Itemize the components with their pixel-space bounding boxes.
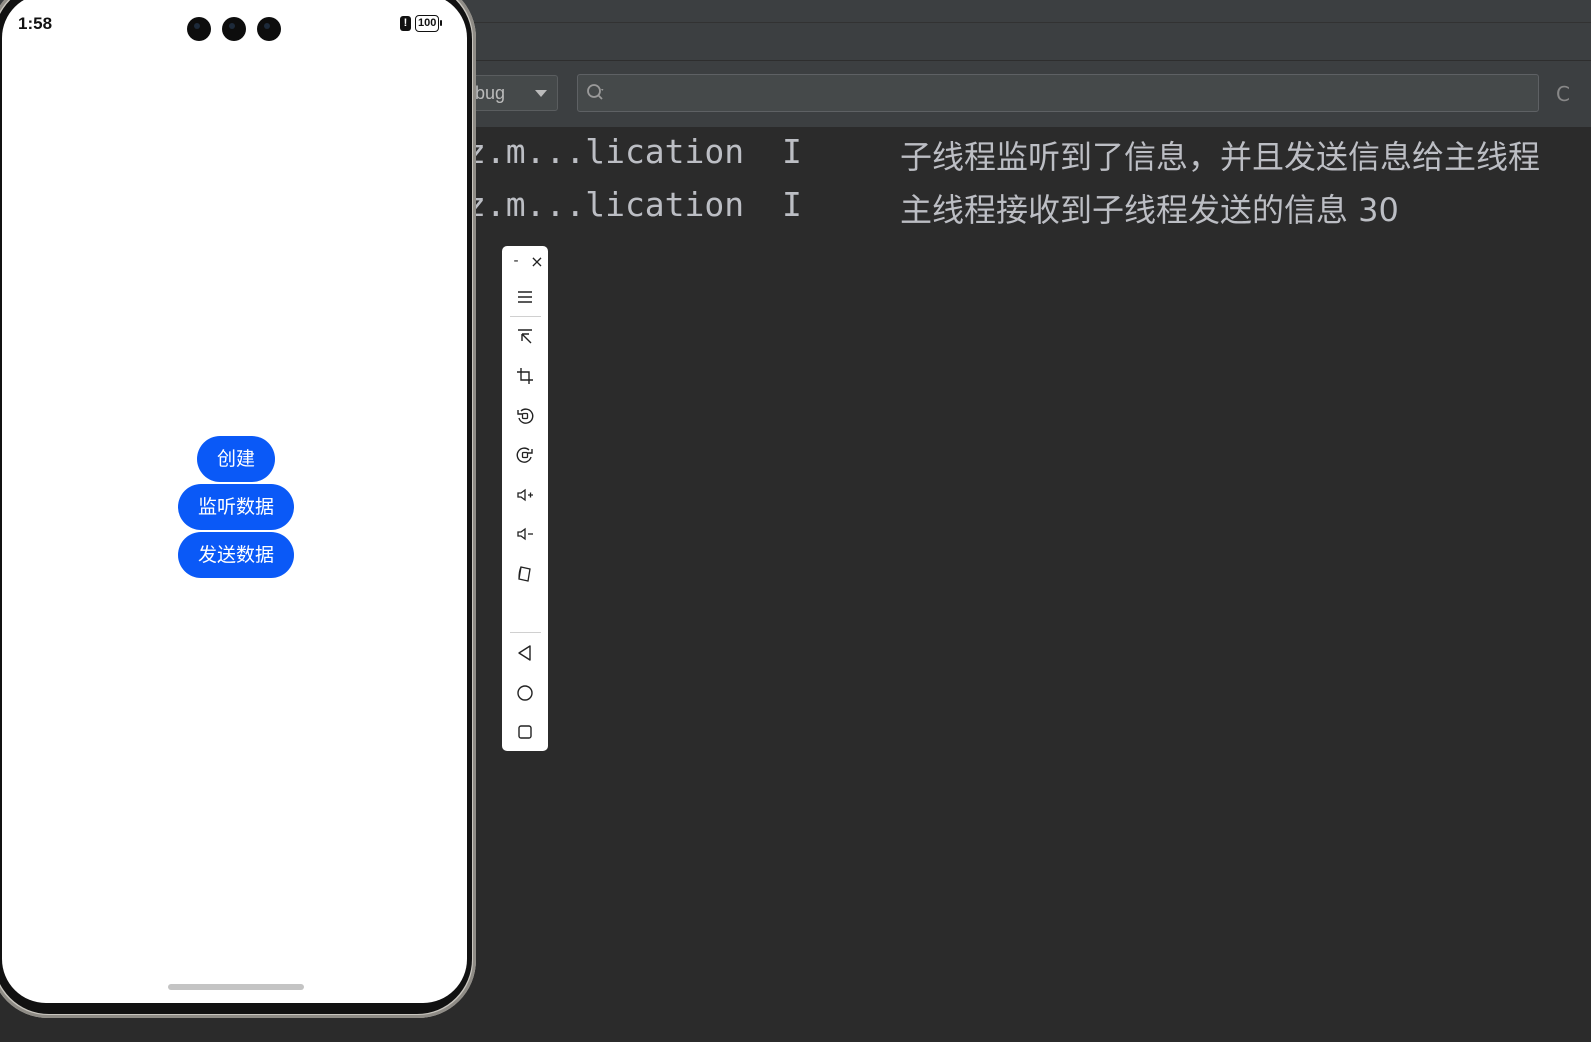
emulator-toolbar: - × [502,246,548,751]
search-input[interactable] [614,79,1518,109]
search-icon [587,84,604,100]
status-icons: ! 100 [400,15,443,32]
log-message: 子线程监听到了信息，并且发送信息给主线程 [900,138,1541,176]
crop-icon[interactable] [513,364,537,388]
chevron-down-icon [535,90,547,97]
close-button[interactable]: × [525,249,549,273]
toolbar-divider [510,632,541,633]
camera-icon [222,17,246,41]
camera-icon [187,17,211,41]
fold-icon[interactable] [513,562,537,586]
overview-icon[interactable] [513,720,537,744]
home-icon[interactable] [513,681,537,705]
menu-icon[interactable] [513,285,537,309]
log-level: I [782,132,802,171]
back-icon[interactable] [513,641,537,665]
log-level: I [782,185,802,224]
logcat-search-field[interactable] [577,74,1539,112]
log-tag: z.m...lication [466,185,745,224]
send-data-button[interactable]: 发送数据 [178,532,294,578]
alert-icon: ! [400,16,411,31]
listen-data-button[interactable]: 监听数据 [178,484,294,530]
battery-icon: 100 [415,15,443,32]
rotate-left-icon[interactable] [513,404,537,428]
toolbar-divider [510,316,541,317]
volume-up-icon[interactable] [513,483,537,507]
create-button[interactable]: 创建 [197,436,275,482]
volume-down-icon[interactable] [513,522,537,546]
pointer-icon[interactable] [513,325,537,349]
home-indicator[interactable] [168,984,304,990]
log-level-value: bug [475,83,506,103]
log-message: 主线程接收到子线程发送的信息 30 [900,191,1399,229]
clear-icon[interactable]: C [1556,82,1570,106]
camera-icon [257,17,281,41]
phone-screen: 1:58 ! 100 创建 监听数据 发送数据 [2,0,467,1003]
log-level-dropdown[interactable]: bug [470,75,558,111]
status-time: 1:58 [18,14,53,33]
rotate-right-icon[interactable] [513,443,537,467]
log-tag: z.m...lication [466,132,745,171]
